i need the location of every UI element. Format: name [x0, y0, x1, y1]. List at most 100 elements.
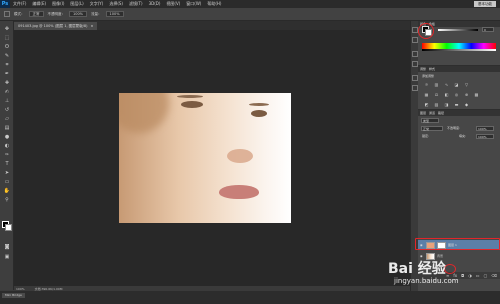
tab-paths[interactable]: 路径 — [438, 110, 444, 116]
move-icon[interactable]: ✥ — [3, 25, 11, 32]
quick-select-icon[interactable]: ✎ — [3, 52, 11, 59]
brush-preset-icon[interactable] — [4, 11, 10, 17]
kind-filter[interactable]: 类型 — [421, 118, 439, 123]
ps-logo: Ps — [0, 0, 10, 8]
options-bar: 模式： 正常 不透明度： 100% 流量： 100% — [0, 8, 500, 21]
brush-icon[interactable]: ✍ — [3, 88, 11, 95]
blend-mode-select[interactable]: 正常 — [421, 126, 443, 131]
document-tab[interactable]: 091403.jpg @ 100% (图层 1, 图层蒙版/8) × — [14, 22, 98, 30]
adjust-panel-tabs: 调整 样式 — [418, 66, 500, 72]
quick-mask-icon[interactable]: ◙ — [3, 243, 11, 250]
layer-opacity-input[interactable]: 100% — [476, 126, 494, 131]
hand-icon[interactable]: ✋ — [3, 187, 11, 194]
delete-layer-icon[interactable]: ⌫ — [491, 273, 497, 278]
fill-input[interactable]: 100% — [476, 134, 494, 139]
threshold-icon[interactable]: ◨ — [444, 102, 449, 107]
k-value-input[interactable]: 0 — [482, 27, 494, 32]
color-lookup-icon[interactable]: ▩ — [474, 92, 479, 97]
layers-footer: ∞ fx ◘ ◑ ▭ ▢ ⌫ — [418, 272, 500, 279]
menu-edit[interactable]: 编辑(E) — [29, 0, 49, 8]
hue-sat-icon[interactable]: ▦ — [424, 92, 429, 97]
black-white-icon[interactable]: ◧ — [444, 92, 449, 97]
selective-color-icon[interactable]: ◆ — [464, 102, 469, 107]
crop-icon[interactable]: ⌗ — [3, 61, 11, 68]
layer-name[interactable]: 背景 — [437, 254, 443, 258]
new-adjustment-icon[interactable]: ◑ — [468, 273, 472, 278]
layers-panel-tabs: 图层 通道 路径 — [418, 110, 500, 116]
add-mask-icon[interactable]: ◘ — [461, 273, 464, 278]
menu-layer[interactable]: 图层(L) — [67, 0, 86, 8]
brightness-icon[interactable]: ☼ — [424, 82, 429, 87]
close-tab-icon[interactable]: × — [90, 22, 93, 30]
lasso-icon[interactable]: ʘ — [3, 43, 11, 50]
face-photo[interactable] — [119, 93, 291, 223]
eyedropper-icon[interactable]: ✒ — [3, 70, 11, 77]
menu-bar: Ps 文件(F) 编辑(E) 图像(I) 图层(L) 文字(Y) 选择(S) 滤… — [0, 0, 500, 8]
flow-input[interactable]: 100% — [105, 11, 124, 17]
mode-label: 模式： — [14, 11, 25, 16]
layer-row-background[interactable]: ◉ 背景 — [418, 251, 500, 261]
invert-icon[interactable]: ◩ — [424, 102, 429, 107]
tab-channels[interactable]: 通道 — [429, 110, 435, 116]
menu-image[interactable]: 图像(I) — [49, 0, 67, 8]
k-slider[interactable] — [438, 29, 478, 31]
levels-icon[interactable]: ▥ — [434, 82, 439, 87]
screen-mode-icon[interactable]: ▣ — [3, 253, 11, 260]
layer-style-icon[interactable]: fx — [453, 273, 457, 278]
add-adjustment-label: 添加调整 — [422, 74, 435, 78]
tab-layers[interactable]: 图层 — [420, 110, 426, 116]
workspace-switcher[interactable]: 基本功能 — [474, 1, 496, 7]
gradient-map-icon[interactable]: ▬ — [454, 102, 459, 107]
healing-icon[interactable]: ✚ — [3, 79, 11, 86]
background-color-swatch[interactable] — [5, 224, 12, 231]
menu-file[interactable]: 文件(F) — [10, 0, 29, 8]
new-layer-icon[interactable]: ▢ — [484, 273, 488, 278]
history-brush-icon[interactable]: ↺ — [3, 106, 11, 113]
menu-filter[interactable]: 滤镜(T) — [126, 0, 146, 8]
stamp-icon[interactable]: ⊥ — [3, 97, 11, 104]
vibrance-icon[interactable]: ▽ — [464, 82, 469, 87]
bottom-panel-strip: Mini Bridge — [0, 291, 500, 304]
channel-mixer-icon[interactable]: ⊕ — [464, 92, 469, 97]
tools-panel: ✥ ⬚ ʘ ✎ ⌗ ✒ ✚ ✍ ⊥ ↺ ▱ ▤ ● ◐ ✑ T ➤ ▭ ✋ ⚲ … — [0, 21, 14, 290]
layer-opacity-label: 不透明度: — [447, 126, 461, 130]
menu-select[interactable]: 选择(S) — [106, 0, 126, 8]
zoom-icon[interactable]: ⚲ — [3, 196, 11, 203]
menu-help[interactable]: 帮助(H) — [204, 0, 224, 8]
posterize-icon[interactable]: ▨ — [434, 102, 439, 107]
opacity-input[interactable]: 100% — [69, 11, 88, 17]
mini-bridge-tab[interactable]: Mini Bridge — [2, 293, 25, 298]
eraser-icon[interactable]: ▱ — [3, 115, 11, 122]
tab-styles[interactable]: 样式 — [429, 66, 435, 72]
menu-view[interactable]: 视图(V) — [163, 0, 183, 8]
path-select-icon[interactable]: ➤ — [3, 169, 11, 176]
visibility-eye-icon[interactable]: ◉ — [420, 254, 424, 258]
exposure-icon[interactable]: ◪ — [454, 82, 459, 87]
canvas-area[interactable] — [14, 30, 410, 286]
pen-icon[interactable]: ✑ — [3, 151, 11, 158]
blur-icon[interactable]: ● — [3, 133, 11, 140]
zoom-level[interactable]: 100% — [16, 287, 25, 291]
tab-adjustments[interactable]: 调整 — [420, 66, 426, 72]
dodge-icon[interactable]: ◐ — [3, 142, 11, 149]
curves-icon[interactable]: ∿ — [444, 82, 449, 87]
type-icon[interactable]: T — [3, 160, 11, 167]
color-balance-icon[interactable]: ⚖ — [434, 92, 439, 97]
document-tab-bar: 091403.jpg @ 100% (图层 1, 图层蒙版/8) × — [14, 21, 410, 30]
new-group-icon[interactable]: ▭ — [476, 273, 480, 278]
highlight-box-layer — [415, 238, 500, 250]
layer-thumbnail[interactable] — [426, 252, 435, 260]
grayscale-ramp[interactable] — [422, 49, 496, 51]
menu-3d[interactable]: 3D(D) — [146, 0, 164, 8]
shape-icon[interactable]: ▭ — [3, 178, 11, 185]
gradient-icon[interactable]: ▤ — [3, 124, 11, 131]
photo-filter-icon[interactable]: ◎ — [454, 92, 459, 97]
photo-brow-right — [249, 103, 269, 106]
menu-type[interactable]: 文字(Y) — [87, 0, 107, 8]
marquee-icon[interactable]: ⬚ — [3, 34, 11, 41]
menu-window[interactable]: 窗口(W) — [183, 0, 204, 8]
mode-select[interactable]: 正常 — [28, 11, 44, 17]
highlight-circle-color — [418, 23, 434, 39]
photo-eye-right — [251, 110, 267, 117]
doc-size: 文档:390.6K/1.00M — [34, 286, 63, 291]
